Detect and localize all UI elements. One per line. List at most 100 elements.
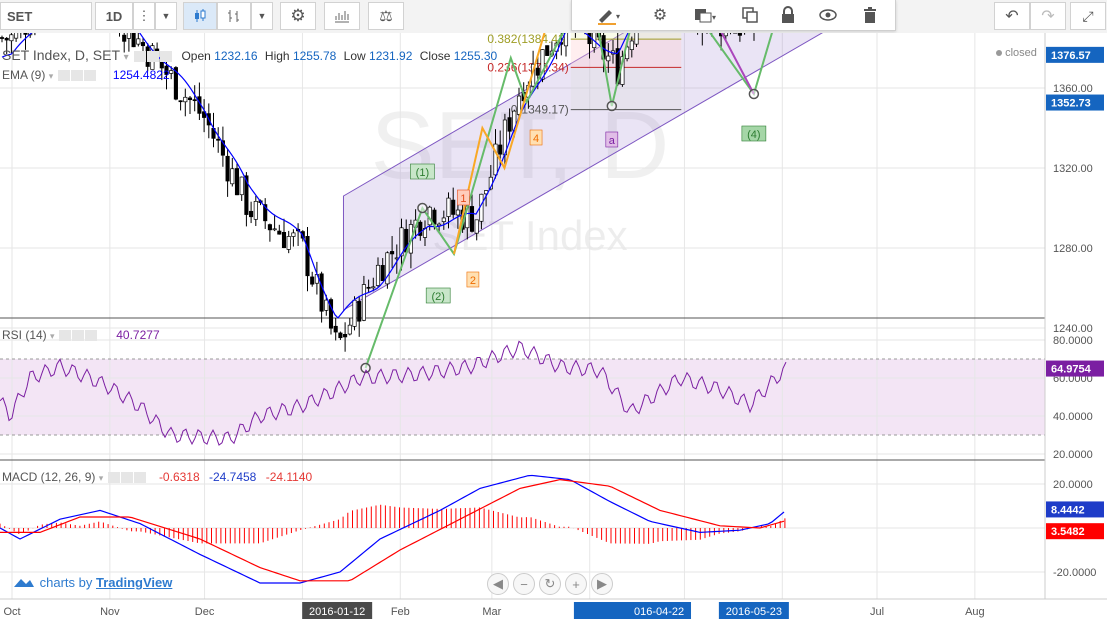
candle	[234, 168, 240, 196]
candle	[169, 70, 174, 74]
candle	[136, 38, 141, 45]
time-tick-label: Mar	[482, 606, 501, 618]
price-axis-badge-label: 1352.73	[1051, 98, 1091, 110]
candle	[507, 117, 512, 132]
more-icon[interactable]: ⋮	[133, 2, 155, 30]
price-axis-badge-label: 1376.57	[1051, 50, 1091, 62]
bars-icon[interactable]	[217, 2, 251, 30]
candle	[629, 40, 634, 50]
wave-label: 1	[460, 193, 466, 205]
candle	[347, 324, 352, 335]
price-tick-label: 1360.00	[1053, 83, 1093, 95]
time-tick-label: Dec	[195, 606, 215, 618]
rsi-legend-buttons[interactable]	[58, 328, 97, 342]
candle	[187, 97, 193, 101]
fullscreen-icon[interactable]: ⤢	[1070, 2, 1106, 30]
time-tick-label: Feb	[391, 606, 410, 618]
candle	[474, 219, 479, 234]
reset-icon[interactable]: ↻	[539, 573, 561, 595]
trash-icon[interactable]	[852, 1, 888, 29]
macd-hist-value: -0.6318	[158, 470, 200, 484]
interval-button[interactable]: 1D	[95, 2, 133, 30]
gear-icon[interactable]: ⚙	[642, 1, 678, 29]
series-legend-buttons[interactable]	[133, 47, 172, 63]
macd-value-badge-label: 8.4442	[1051, 504, 1085, 516]
rsi-band	[0, 359, 1045, 435]
fib-level-label: 0.236(1370.34)	[487, 60, 568, 74]
eye-icon[interactable]	[810, 1, 846, 29]
compare-icon[interactable]: ⚖	[368, 2, 404, 30]
candle	[249, 210, 254, 218]
wave-pivot-marker	[417, 202, 428, 214]
pencil-icon[interactable]: ▾	[585, 1, 633, 29]
candle	[343, 333, 348, 338]
rsi-tick-label: 20.0000	[1053, 449, 1093, 461]
candle	[319, 273, 324, 312]
interval-label: 1D	[105, 8, 123, 24]
candle	[4, 37, 9, 41]
scroll-right-icon[interactable]: ▶	[591, 573, 613, 595]
candle	[498, 144, 503, 155]
ema-label: EMA (9)	[2, 68, 46, 82]
tradingview-branding[interactable]: charts by TradingView	[12, 575, 172, 592]
price-tick-label: 1320.00	[1053, 163, 1093, 175]
candle	[291, 232, 296, 237]
candle	[324, 299, 329, 311]
macd-legend-buttons[interactable]	[107, 470, 146, 484]
zoom-in-icon[interactable]: +	[565, 573, 587, 595]
candle	[634, 33, 639, 45]
candles-icon[interactable]	[183, 2, 217, 30]
candle	[371, 286, 376, 289]
macd-signal-value: -24.1140	[265, 470, 313, 484]
candle	[14, 33, 19, 39]
scroll-left-icon[interactable]: ◀	[487, 573, 509, 595]
clone-icon[interactable]	[732, 1, 768, 29]
wave-pivot-marker	[748, 88, 760, 100]
dropdown-icon[interactable]: ▼	[155, 2, 177, 30]
open-value: 1232.16	[214, 49, 258, 63]
candle	[253, 201, 258, 220]
candle	[535, 67, 540, 76]
undo-icon[interactable]: ↶	[994, 2, 1030, 30]
chart-canvas[interactable]: SET, D SET Index 1(1438.87)0.786(1417.70…	[0, 33, 1107, 622]
candle	[723, 33, 728, 37]
ema-legend-buttons[interactable]	[57, 68, 96, 82]
wave-pivot-marker	[606, 100, 618, 112]
fill-icon[interactable]: ▾	[682, 1, 728, 29]
macd-legend: MACD (12, 26, 9) ▾ -0.6318 -24.7458 -24.…	[2, 470, 313, 484]
macd-label: MACD (12, 26, 9)	[2, 470, 96, 484]
gear-icon[interactable]: ⚙	[280, 2, 316, 30]
candle	[455, 209, 460, 216]
signal-value-badge-label: 3.5482	[1051, 526, 1085, 538]
wave-label: 4	[533, 133, 539, 145]
indicators-icon[interactable]	[324, 2, 360, 30]
lock-icon[interactable]	[770, 1, 806, 29]
ema-value: 1254.4822	[112, 68, 170, 82]
market-status-label: closed	[1005, 47, 1037, 59]
candle	[267, 224, 272, 231]
wave-label: a	[609, 135, 616, 147]
low-value: 1231.92	[369, 49, 413, 63]
rsi-value: 40.7277	[116, 328, 160, 342]
zoom-out-icon[interactable]: −	[513, 573, 535, 595]
candle	[277, 230, 282, 235]
candle	[239, 176, 244, 196]
redo-icon[interactable]: ↷	[1030, 2, 1066, 30]
candle	[385, 252, 390, 285]
candle	[126, 33, 131, 39]
candle	[606, 55, 611, 62]
close-value: 1255.30	[453, 49, 498, 63]
candle	[451, 199, 456, 215]
candle	[183, 96, 188, 103]
candle	[737, 33, 742, 36]
candle	[357, 301, 362, 322]
dropdown-icon[interactable]: ▼	[251, 2, 273, 30]
high-value: 1255.78	[292, 49, 337, 63]
branding-prefix: charts by	[39, 575, 93, 590]
rsi-label: RSI (14)	[2, 328, 47, 342]
symbol-search-button[interactable]: SET	[0, 2, 92, 30]
time-tick-label: Jul	[870, 606, 884, 618]
candle	[281, 232, 287, 249]
macd-value: -24.7458	[208, 470, 257, 484]
candle	[272, 228, 277, 231]
